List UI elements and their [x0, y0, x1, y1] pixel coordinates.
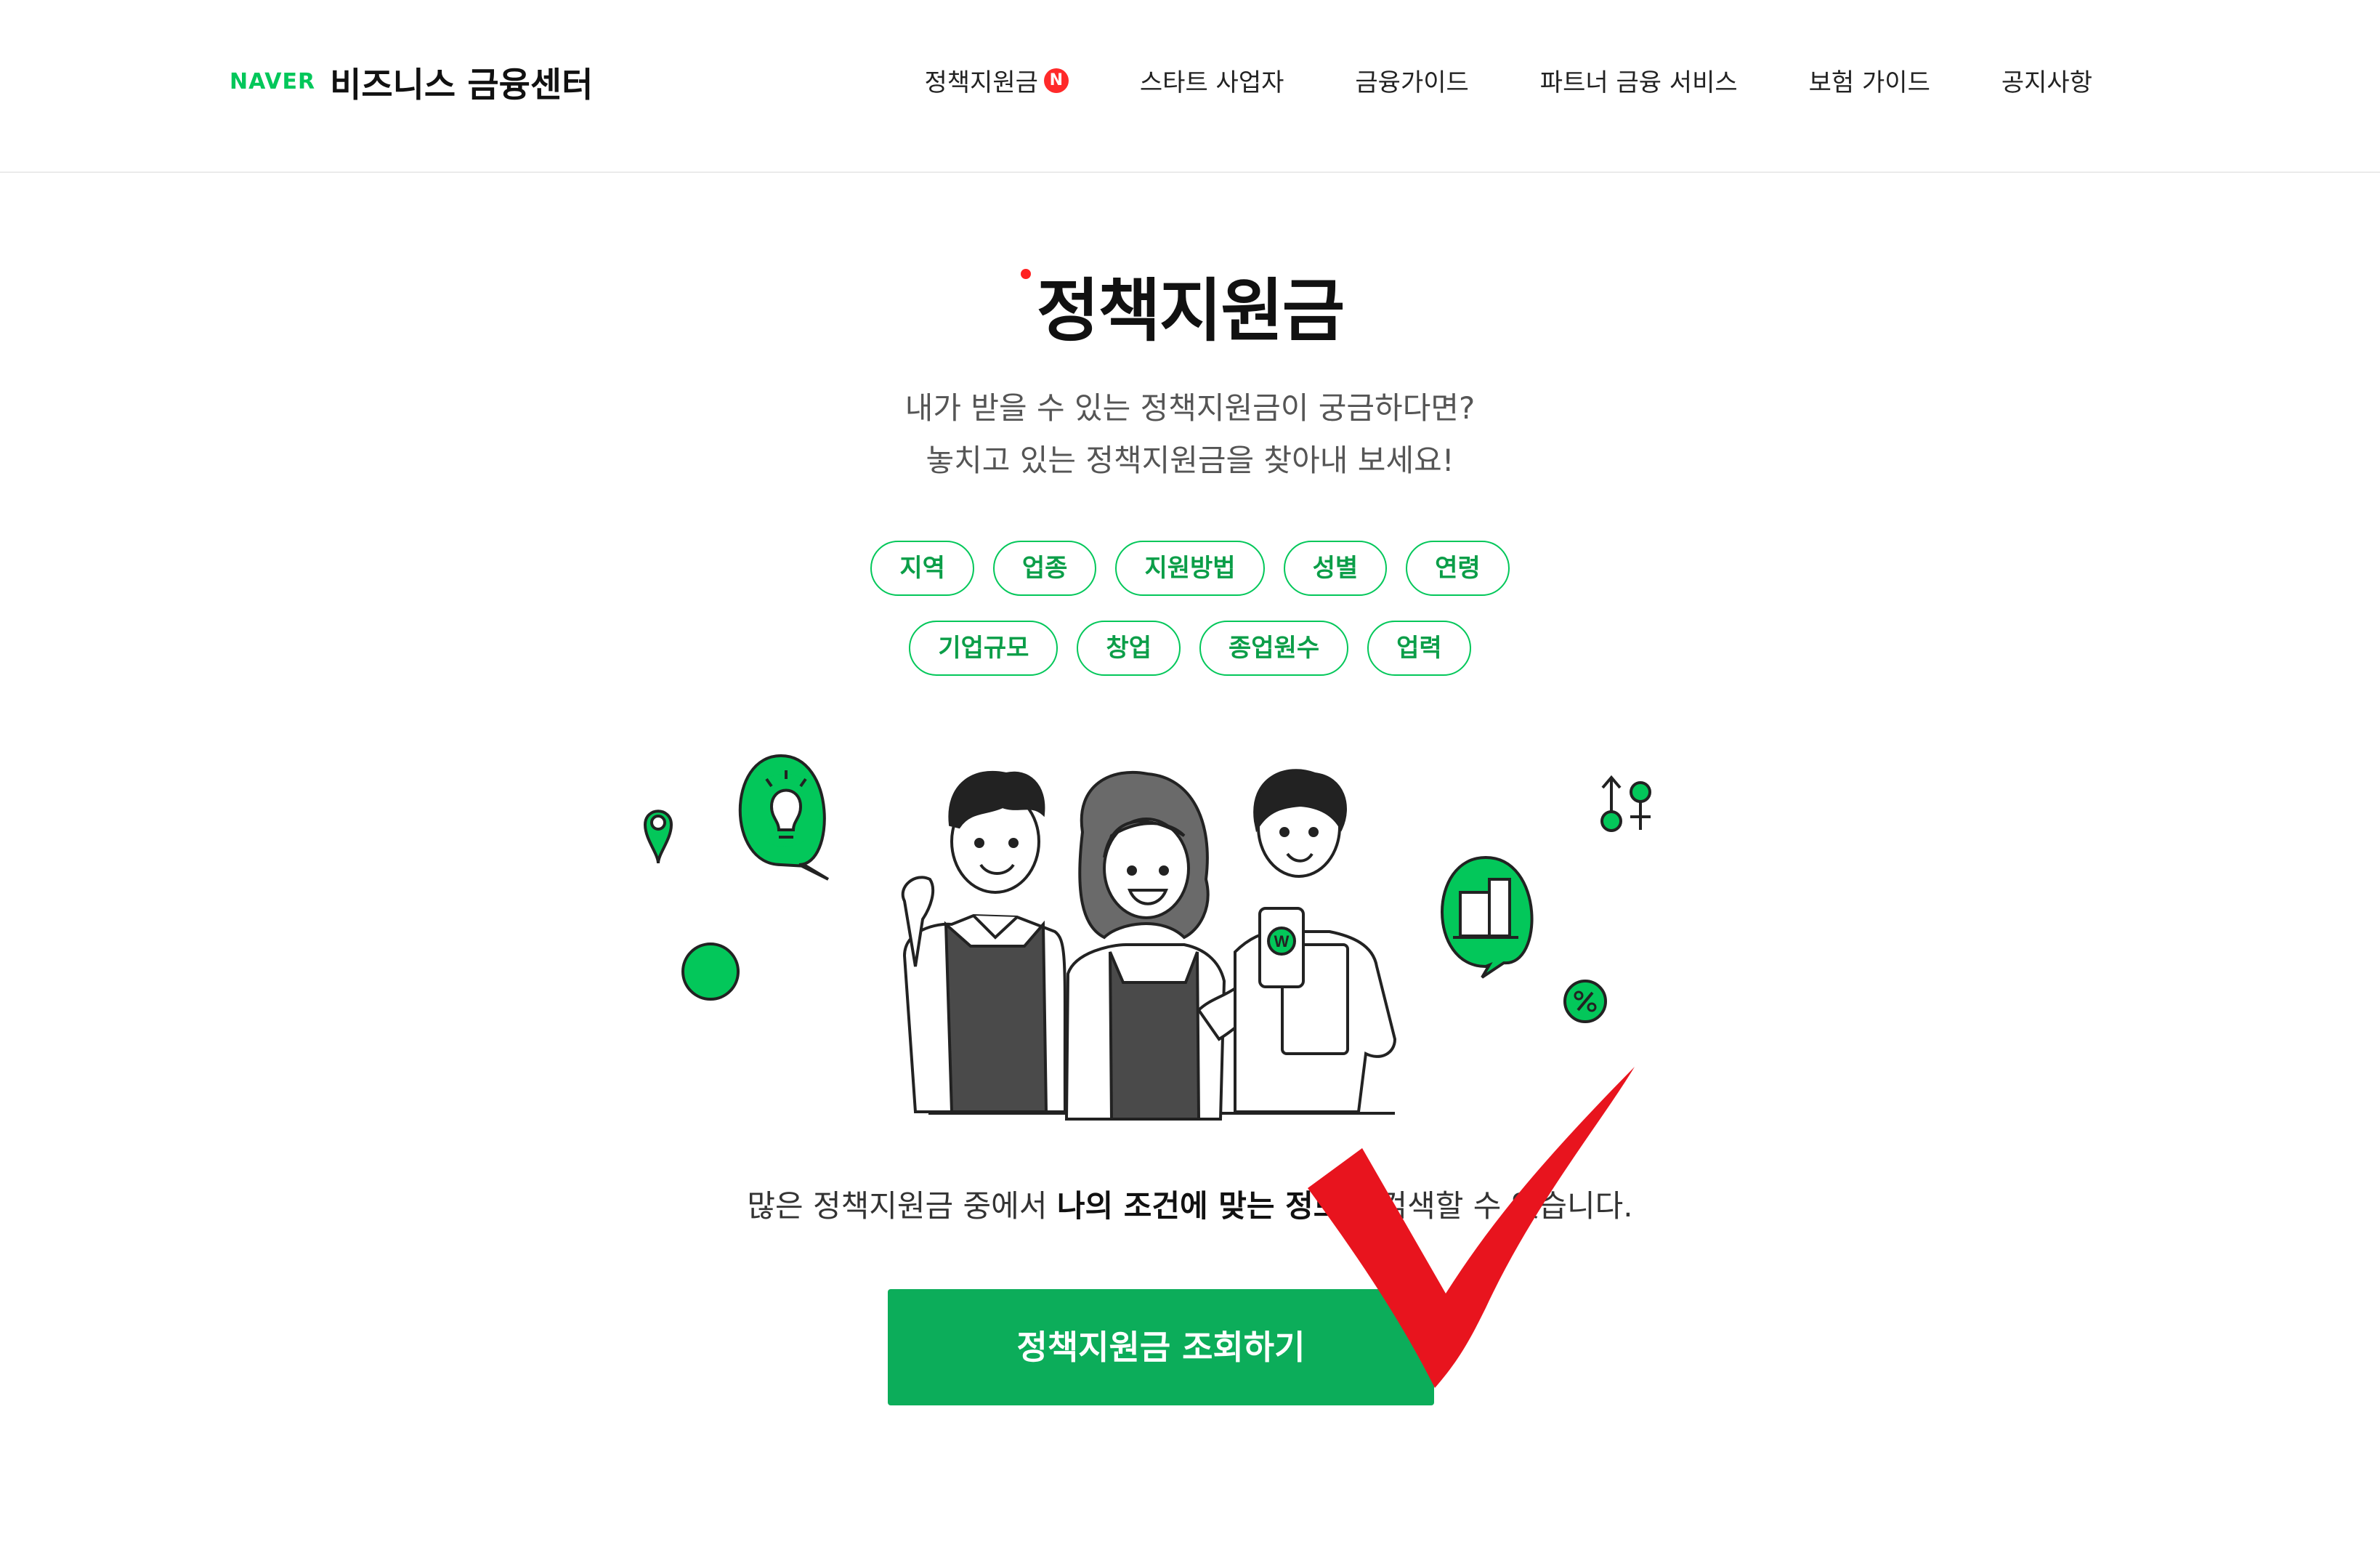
percent-icon: [1563, 980, 1607, 1023]
policy-funds-search-button[interactable]: 정책지원금 조회하기: [888, 1289, 1434, 1405]
logo-title: 비즈니스 금융센터: [330, 65, 594, 105]
subtitle: 내가 받을 수 있는 정책지원금이 궁금하다면? 놓치고 있는 정책지원금을 찾…: [0, 382, 2380, 487]
tag-region[interactable]: 지역: [870, 541, 974, 596]
title-section: 정책지원금: [0, 256, 2380, 355]
logo[interactable]: NAVER 비즈니스 금융센터: [230, 57, 593, 107]
business-people-illustration: W: [643, 754, 1651, 1121]
tag-support-method[interactable]: 지원방법: [1115, 541, 1265, 596]
nav-item-finance-guide[interactable]: 금융가이드: [1355, 62, 1468, 98]
nav-item-policy-funds[interactable]: 정책지원금 N: [924, 62, 1069, 98]
main-nav: 정책지원금 N 스타트 사업자 금융가이드 파트너 금융 서비스 보험 가이드 …: [924, 62, 2092, 98]
tag-gender[interactable]: 성별: [1283, 541, 1388, 596]
person-left: [901, 770, 1067, 1113]
tag-business-years[interactable]: 업력: [1367, 621, 1471, 676]
decorative-circle: [681, 942, 740, 1001]
nav-item-partner-finance[interactable]: 파트너 금융 서비스: [1540, 62, 1738, 98]
won-badge: W: [1274, 932, 1290, 950]
filter-tags-row-2: 기업규모 창업 종업원수 업력: [0, 621, 2380, 676]
filter-tags-row-1: 지역 업종 지원방법 성별 연령: [0, 541, 2380, 596]
page-title-text: 정책지원금: [1036, 272, 1345, 351]
description-post: 를 검색할 수 있습니다.: [1341, 1188, 1633, 1224]
gender-icon: [1600, 775, 1651, 832]
page-title: 정책지원금: [1020, 256, 1345, 355]
description: 많은 정책지원금 중에서 나의 조건에 맞는 정보를 검색할 수 있습니다.: [0, 1182, 2380, 1226]
nav-item-notices[interactable]: 공지사항: [2001, 62, 2092, 98]
naver-logo-mark: NAVER: [230, 69, 316, 94]
person-right: W: [1234, 769, 1397, 1113]
nav-item-startup[interactable]: 스타트 사업자: [1140, 62, 1284, 98]
location-pin-icon: [643, 810, 673, 864]
header: NAVER 비즈니스 금융센터 정책지원금 N 스타트 사업자 금융가이드 파트…: [0, 0, 2380, 173]
description-pre: 많은 정책지원금 중에서: [747, 1188, 1057, 1224]
nav-item-insurance-guide[interactable]: 보험 가이드: [1809, 62, 1930, 98]
new-badge: N: [1043, 68, 1069, 93]
tag-industry[interactable]: 업종: [992, 541, 1097, 596]
building-icon: [1441, 855, 1534, 979]
title-accent-dot: [1020, 269, 1031, 279]
description-emphasis: 나의 조건에 맞는 정보: [1056, 1188, 1342, 1224]
lightbulb-icon: [738, 754, 830, 881]
subtitle-line-2: 놓치고 있는 정책지원금을 찾아내 보세요!: [926, 443, 1454, 478]
tag-company-size[interactable]: 기업규모: [909, 621, 1059, 676]
nav-item-label: 정책지원금: [924, 68, 1038, 97]
tag-startup[interactable]: 창업: [1077, 621, 1181, 676]
tag-age[interactable]: 연령: [1406, 541, 1510, 596]
tag-employee-count[interactable]: 종업원수: [1199, 621, 1349, 676]
subtitle-line-1: 내가 받을 수 있는 정책지원금이 궁금하다면?: [904, 390, 1476, 426]
